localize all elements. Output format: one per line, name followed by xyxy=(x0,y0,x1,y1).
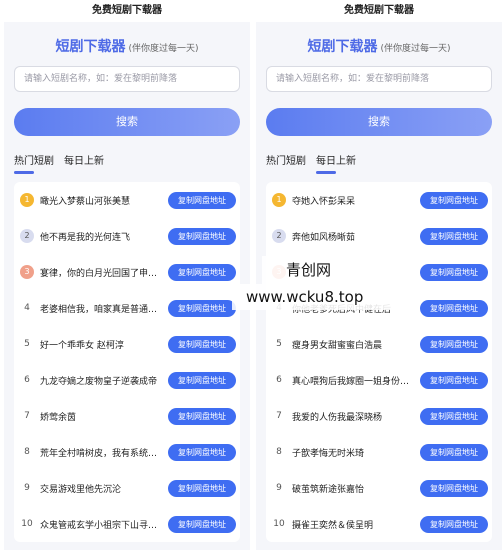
app-subtitle: (伴你度过每一天) xyxy=(380,44,451,54)
rank-badge: 1 xyxy=(20,193,34,207)
drama-title: 夺她入怀彭呆呆 xyxy=(292,196,356,207)
drama-list: 1 夺她入怀彭呆呆 复制网盘地址 2 奔他如风杨晰茹 复制网盘地址 3 复制网盘地址 4 你他老爹… xyxy=(266,182,492,542)
tab-daily-new[interactable]: 每日上新 xyxy=(64,152,104,172)
drama-title: 荒年全村啃树皮，我有系统满... xyxy=(40,448,158,459)
drama-title: 好一个乖乖女 赵柯淳 xyxy=(40,340,124,351)
rank-badge: 5 xyxy=(276,339,282,349)
drama-title: 你他老爹死后风中健在后 xyxy=(292,304,392,315)
list-item: 4 你他老爹死后风中健在后 复制网盘地址 xyxy=(266,290,492,326)
page-title: 免费短剧下载器 xyxy=(4,0,250,22)
copy-link-button[interactable]: 复制网盘地址 xyxy=(420,336,488,353)
copy-link-button[interactable]: 复制网盘地址 xyxy=(168,372,236,389)
list-item: 3 复制网盘地址 xyxy=(266,254,492,290)
copy-link-button[interactable]: 复制网盘地址 xyxy=(420,480,488,497)
copy-link-button[interactable]: 复制网盘地址 xyxy=(420,408,488,425)
list-item: 8 子歆孝悔无时米琦 复制网盘地址 xyxy=(266,434,492,470)
app-name: 短剧下载器 xyxy=(55,39,126,55)
phone-screen-right: 免费短剧下载器 短剧下载器 (伴你度过每一天) 请输入短剧名称，如：爱在黎明前降落… xyxy=(256,0,502,550)
tab-hot[interactable]: 热门短剧 xyxy=(14,152,54,174)
copy-link-button[interactable]: 复制网盘地址 xyxy=(168,264,236,281)
rank-badge: 3 xyxy=(272,265,286,279)
rank-badge: 8 xyxy=(24,447,30,457)
copy-link-button[interactable]: 复制网盘地址 xyxy=(420,192,488,209)
list-item: 10 摄雀王奕然＆侯呈明 复制网盘地址 xyxy=(266,506,492,542)
list-item: 10 众鬼管戒玄学小祖宗下山寻夫... 复制网盘地址 xyxy=(14,506,240,542)
copy-link-button[interactable]: 复制网盘地址 xyxy=(420,228,488,245)
list-item: 1 夺她入怀彭呆呆 复制网盘地址 xyxy=(266,182,492,218)
drama-title: 真心喂狗后我嫁圈一姐身份被... xyxy=(292,376,410,387)
tab-bar: 热门短剧 每日上新 xyxy=(14,152,114,174)
list-item: 9 破茧筑新途张嘉怡 复制网盘地址 xyxy=(266,470,492,506)
copy-link-button[interactable]: 复制网盘地址 xyxy=(168,228,236,245)
drama-title: 交易游戏里他先沉沦 xyxy=(40,484,122,495)
rank-badge: 10 xyxy=(21,519,33,529)
rank-badge: 7 xyxy=(276,411,282,421)
tab-hot[interactable]: 热门短剧 xyxy=(266,152,306,172)
search-input[interactable]: 请输入短剧名称，如：爱在黎明前降落 xyxy=(14,66,240,92)
rank-badge: 4 xyxy=(24,303,30,313)
copy-link-button[interactable]: 复制网盘地址 xyxy=(420,444,488,461)
list-item: 4 老婆相信我，咱家真是普通家庭 复制网盘地址 xyxy=(14,290,240,326)
list-item: 3 宴律，你的白月光回国了申浩... 复制网盘地址 xyxy=(14,254,240,290)
copy-link-button[interactable]: 复制网盘地址 xyxy=(168,408,236,425)
drama-title: 我爱的人伤我最深晓杨 xyxy=(292,412,383,423)
list-item: 1 瞰光入梦蔡山河张美慧 复制网盘地址 xyxy=(14,182,240,218)
list-item: 8 荒年全村啃树皮，我有系统满... 复制网盘地址 xyxy=(14,434,240,470)
drama-title: 奔他如风杨晰茹 xyxy=(292,232,356,243)
drama-title: 瞰光入梦蔡山河张美慧 xyxy=(40,196,131,207)
rank-badge: 6 xyxy=(24,375,30,385)
list-item: 2 他不再是我的光何连飞 复制网盘地址 xyxy=(14,218,240,254)
rank-badge: 9 xyxy=(276,483,282,493)
list-item: 6 九龙夺嫡之废物皇子逆袭成帝 复制网盘地址 xyxy=(14,362,240,398)
rank-badge: 2 xyxy=(272,229,286,243)
drama-title: 众鬼管戒玄学小祖宗下山寻夫... xyxy=(40,520,158,531)
drama-title: 子歆孝悔无时米琦 xyxy=(292,448,365,459)
list-item: 2 奔他如风杨晰茹 复制网盘地址 xyxy=(266,218,492,254)
page-title: 免费短剧下载器 xyxy=(256,0,502,22)
list-item: 6 真心喂狗后我嫁圈一姐身份被... 复制网盘地址 xyxy=(266,362,492,398)
copy-link-button[interactable]: 复制网盘地址 xyxy=(168,336,236,353)
app-subtitle: (伴你度过每一天) xyxy=(128,44,199,54)
rank-badge: 9 xyxy=(24,483,30,493)
list-item: 5 好一个乖乖女 赵柯淳 复制网盘地址 xyxy=(14,326,240,362)
rank-badge: 7 xyxy=(24,411,30,421)
tab-bar: 热门短剧 每日上新 xyxy=(266,152,366,174)
rank-badge: 4 xyxy=(276,303,282,313)
drama-title: 瘦身男女甜蜜蜜白浩晨 xyxy=(292,340,383,351)
copy-link-button[interactable]: 复制网盘地址 xyxy=(168,480,236,497)
copy-link-button[interactable]: 复制网盘地址 xyxy=(168,192,236,209)
drama-title: 娇莺余茵 xyxy=(40,412,77,423)
rank-badge: 1 xyxy=(272,193,286,207)
rank-badge: 8 xyxy=(276,447,282,457)
app-name: 短剧下载器 xyxy=(307,39,378,55)
search-button[interactable]: 搜索 xyxy=(14,108,240,136)
rank-badge: 6 xyxy=(276,375,282,385)
drama-title: 九龙夺嫡之废物皇子逆袭成帝 xyxy=(40,376,158,387)
copy-link-button[interactable]: 复制网盘地址 xyxy=(168,300,236,317)
copy-link-button[interactable]: 复制网盘地址 xyxy=(168,444,236,461)
search-input[interactable]: 请输入短剧名称，如：爱在黎明前降落 xyxy=(266,66,492,92)
drama-title: 破茧筑新途张嘉怡 xyxy=(292,484,365,495)
drama-title: 宴律，你的白月光回国了申浩... xyxy=(40,268,158,279)
rank-badge: 3 xyxy=(20,265,34,279)
copy-link-button[interactable]: 复制网盘地址 xyxy=(420,264,488,281)
rank-badge: 5 xyxy=(24,339,30,349)
copy-link-button[interactable]: 复制网盘地址 xyxy=(420,300,488,317)
drama-list: 1 瞰光入梦蔡山河张美慧 复制网盘地址 2 他不再是我的光何连飞 复制网盘地址 3 宴律，你的… xyxy=(14,182,240,542)
list-item: 9 交易游戏里他先沉沦 复制网盘地址 xyxy=(14,470,240,506)
search-button[interactable]: 搜索 xyxy=(266,108,492,136)
copy-link-button[interactable]: 复制网盘地址 xyxy=(420,516,488,533)
list-item: 7 娇莺余茵 复制网盘地址 xyxy=(14,398,240,434)
tab-daily-new[interactable]: 每日上新 xyxy=(316,152,356,174)
list-item: 7 我爱的人伤我最深晓杨 复制网盘地址 xyxy=(266,398,492,434)
copy-link-button[interactable]: 复制网盘地址 xyxy=(420,372,488,389)
rank-badge: 10 xyxy=(273,519,285,529)
copy-link-button[interactable]: 复制网盘地址 xyxy=(168,516,236,533)
drama-title: 摄雀王奕然＆侯呈明 xyxy=(292,520,374,531)
list-item: 5 瘦身男女甜蜜蜜白浩晨 复制网盘地址 xyxy=(266,326,492,362)
drama-title: 老婆相信我，咱家真是普通家庭 xyxy=(40,304,158,315)
phone-screen-left: 免费短剧下载器 短剧下载器 (伴你度过每一天) 请输入短剧名称，如：爱在黎明前降落… xyxy=(4,0,250,550)
drama-title: 他不再是我的光何连飞 xyxy=(40,232,131,243)
rank-badge: 2 xyxy=(20,229,34,243)
